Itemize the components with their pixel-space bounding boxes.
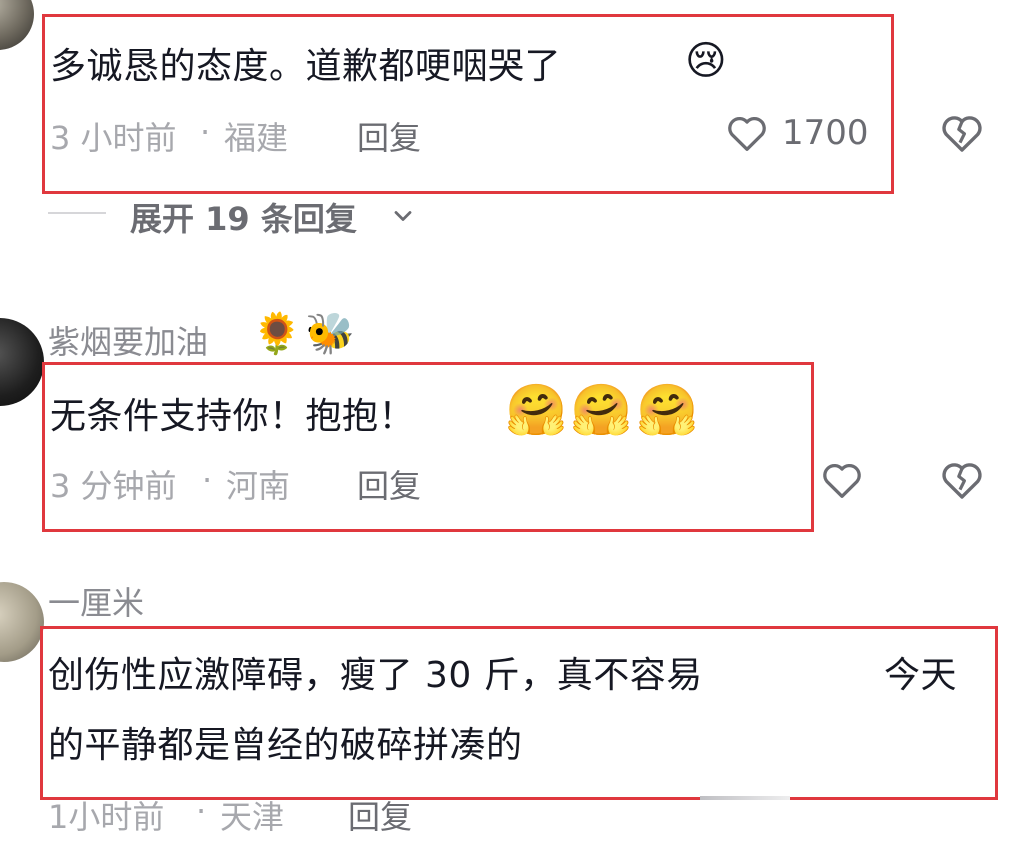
sunflower-emoji: 🌻 <box>252 311 302 357</box>
comment-time: 3 分钟前 <box>50 467 177 505</box>
chevron-down-icon[interactable] <box>389 202 417 230</box>
heart-icon[interactable] <box>819 457 865 503</box>
reply-button[interactable]: 回复 <box>357 113 421 159</box>
hugging-face-emoji: 🤗 <box>570 381 633 439</box>
meta-separator: · <box>196 792 207 830</box>
heart-icon[interactable] <box>724 110 770 156</box>
broken-heart-icon[interactable] <box>938 109 986 157</box>
broken-heart-icon[interactable] <box>938 456 986 504</box>
avatar[interactable] <box>0 318 44 406</box>
expand-divider <box>48 212 106 214</box>
comment-time: 1小时前 <box>48 798 165 836</box>
meta-separator: · <box>202 461 213 499</box>
reply-button[interactable]: 回复 <box>357 461 421 507</box>
comment-location: 河南 <box>226 467 291 505</box>
hugging-face-emoji: 🤗 <box>505 381 568 439</box>
like-count: 1700 <box>782 113 869 153</box>
expand-replies-button[interactable]: 展开 19 条回复 <box>130 194 357 240</box>
crying-face-emoji: 😢 <box>685 38 727 84</box>
comment-text-line-2: 的平静都是曾经的破碎拼凑的 <box>48 725 523 766</box>
username[interactable]: 紫烟要加油 <box>48 317 208 363</box>
comment-text: 无条件支持你！抱抱！ <box>50 396 416 437</box>
comment-text-line-1-tail: 今天 <box>884 655 958 696</box>
comment-text-line-1: 创伤性应激障碍，瘦了 30 斤，真不容易 <box>48 655 703 696</box>
watermark-line <box>700 796 790 800</box>
meta-separator: · <box>200 113 211 151</box>
comment-time: 3 小时前 <box>50 119 177 157</box>
comment-location: 天津 <box>220 798 285 836</box>
comment-location: 福建 <box>224 119 289 157</box>
username[interactable]: 一厘米 <box>48 578 144 624</box>
comment-text: 多诚恳的态度。道歉都哽咽哭了 <box>50 46 562 87</box>
bee-emoji: 🐝 <box>305 311 355 357</box>
hugging-face-emoji: 🤗 <box>636 381 699 439</box>
reply-button[interactable]: 回复 <box>348 792 412 838</box>
avatar[interactable] <box>0 0 34 50</box>
avatar[interactable] <box>0 582 44 662</box>
